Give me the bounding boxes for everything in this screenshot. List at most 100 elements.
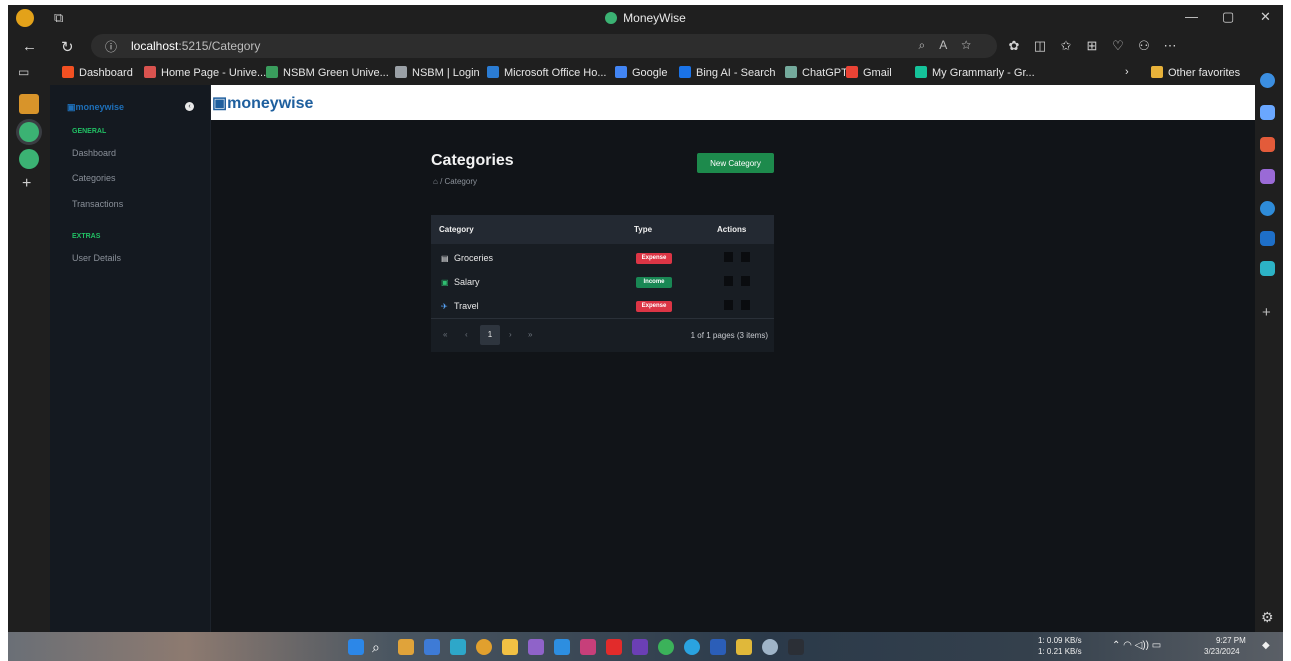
edit-icon[interactable] (724, 276, 733, 286)
column-header-type[interactable]: Type (634, 225, 652, 234)
pager-last[interactable]: » (528, 330, 532, 339)
favorite-item[interactable]: NSBM | Login (395, 66, 480, 79)
url-actions[interactable]: ⌕A☆ (918, 38, 985, 53)
taskbar-app-icon[interactable] (528, 639, 544, 655)
split-screen-icon[interactable]: ◫ (1027, 38, 1053, 54)
favorite-item[interactable]: Bing AI - Search (679, 66, 776, 79)
extensions-icon[interactable]: ✿ (1001, 38, 1027, 54)
games-icon[interactable] (1260, 169, 1275, 184)
collections-icon[interactable]: ⊞ (1079, 38, 1105, 54)
sidebar-item-user-details[interactable]: User Details (72, 253, 121, 263)
sidebar-collapse-icon[interactable]: ‹ (185, 102, 194, 111)
vscode-taskbar-icon[interactable] (554, 639, 570, 655)
favorites-overflow-icon[interactable]: › (1125, 66, 1129, 78)
sidebar-item-transactions[interactable]: Transactions (72, 199, 123, 209)
pager-next[interactable]: › (509, 330, 512, 339)
favorite-icon (846, 66, 858, 78)
youtube-taskbar-icon[interactable] (606, 639, 622, 655)
favorite-item[interactable]: ChatGPT (785, 66, 848, 79)
start-icon[interactable] (348, 639, 364, 655)
delete-icon[interactable] (741, 300, 750, 310)
back-icon[interactable]: ← (22, 38, 37, 55)
telegram-taskbar-icon[interactable] (684, 639, 700, 655)
refresh-icon[interactable]: ↻ (61, 38, 74, 56)
net-download-speed: 1: 0.21 KB/s (1038, 647, 1082, 656)
tab-icon-moneywise-active[interactable] (19, 122, 39, 142)
other-favorites-folder[interactable]: Other favorites (1151, 66, 1240, 79)
taskbar-app-icon[interactable] (736, 639, 752, 655)
row-actions (724, 252, 758, 264)
sidebar-heading-extras: EXTRAS (72, 233, 101, 240)
header-logo[interactable]: ▣moneywise (212, 93, 313, 113)
close-icon[interactable]: ✕ (1260, 9, 1271, 25)
category-cell: ▣ Salary (441, 277, 480, 287)
minimize-icon[interactable]: — (1185, 9, 1198, 24)
explorer-taskbar-icon[interactable] (502, 639, 518, 655)
edit-icon[interactable] (724, 300, 733, 310)
drop-icon[interactable] (1260, 261, 1275, 276)
url-text: localhost:5215/Category (131, 39, 261, 53)
terminal-taskbar-icon[interactable] (788, 639, 804, 655)
delete-icon[interactable] (741, 276, 750, 286)
home-icon[interactable]: ⌂ (433, 177, 438, 186)
pager-prev[interactable]: ‹ (465, 330, 468, 339)
type-badge: Income (636, 277, 672, 288)
favorite-item[interactable]: Microsoft Office Ho... (487, 66, 607, 79)
clock-date[interactable]: 3/23/2024 (1204, 647, 1240, 656)
pager-current-page[interactable]: 1 (480, 325, 500, 345)
browser-window: ⧉ MoneyWise — ▢ ✕ ← ↻ ⓘ localhost:5215/C… (8, 5, 1283, 632)
taskbar-app-icon[interactable] (632, 639, 648, 655)
settings-taskbar-icon[interactable] (762, 639, 778, 655)
sidebar-logo[interactable]: ▣moneywise (67, 102, 124, 113)
favorites-icon[interactable]: ✩ (1053, 38, 1079, 54)
tab-icon-moneywise[interactable] (19, 149, 39, 169)
category-icon: ▤ (441, 254, 449, 263)
more-icon[interactable]: ⋯ (1157, 38, 1183, 54)
word-taskbar-icon[interactable] (710, 639, 726, 655)
notification-icon[interactable]: ◆ (1262, 640, 1270, 651)
address-bar: ← ↻ ⓘ localhost:5215/Category ⌕A☆ ✿ ◫ ✩ ⊞ ♡ ⚇… (8, 31, 1283, 61)
tag-icon[interactable] (1260, 105, 1275, 120)
favorite-item[interactable]: Dashboard (62, 66, 133, 79)
pager-summary: 1 of 1 pages (3 items) (690, 331, 768, 340)
favorite-item[interactable]: NSBM Green Unive... (266, 66, 389, 79)
edge-taskbar-icon[interactable] (450, 639, 466, 655)
system-tray-icons[interactable]: ⌃ ◠ ◁)) ▭ (1112, 640, 1161, 651)
tab-icon-fireworks[interactable] (19, 94, 39, 114)
clock-time[interactable]: 9:27 PM (1216, 636, 1246, 645)
sidebar-settings-icon[interactable]: ⚙ (1261, 609, 1274, 626)
whatsapp-taskbar-icon[interactable] (658, 639, 674, 655)
share-icon[interactable]: ⚇ (1131, 38, 1157, 54)
pager-first[interactable]: « (443, 330, 447, 339)
chrome-taskbar-icon[interactable] (476, 639, 492, 655)
tools-icon[interactable] (1260, 137, 1275, 152)
site-info-icon[interactable]: ⓘ (105, 38, 117, 55)
favorite-item[interactable]: Home Page - Unive... (144, 66, 266, 79)
taskbar-search-icon[interactable]: ⌕ (372, 639, 388, 655)
taskbar-app-icon[interactable] (424, 639, 440, 655)
new-tab-icon[interactable]: + (22, 175, 31, 193)
new-category-button[interactable]: New Category (697, 153, 774, 173)
taskbar-app-icon[interactable] (580, 639, 596, 655)
tab-strip-toggle-icon[interactable]: ▭ (18, 65, 29, 79)
sidebar-item-categories[interactable]: Categories (72, 173, 116, 183)
favorite-item[interactable]: My Grammarly - Gr... (915, 66, 1035, 79)
moneywise-tab-icon (605, 12, 618, 24)
maximize-icon[interactable]: ▢ (1222, 9, 1234, 25)
favorite-icon (144, 66, 156, 78)
column-header-category[interactable]: Category (439, 225, 474, 234)
search-icon[interactable] (1260, 73, 1275, 88)
sidebar-item-dashboard[interactable]: Dashboard (72, 148, 116, 158)
title-bar: ⧉ MoneyWise — ▢ ✕ (8, 5, 1283, 31)
favorite-item[interactable]: Google (615, 66, 667, 79)
add-sidebar-app-icon[interactable]: + (1262, 304, 1271, 321)
browser-essentials-icon[interactable]: ♡ (1105, 38, 1131, 54)
favorite-icon (487, 66, 499, 78)
copilot-icon[interactable] (1260, 201, 1275, 216)
favorite-item[interactable]: Gmail (846, 66, 892, 79)
url-field[interactable]: ⓘ localhost:5215/Category ⌕A☆ (91, 34, 997, 58)
outlook-icon[interactable] (1260, 231, 1275, 246)
taskbar-app-icon[interactable] (398, 639, 414, 655)
edit-icon[interactable] (724, 252, 733, 262)
delete-icon[interactable] (741, 252, 750, 262)
